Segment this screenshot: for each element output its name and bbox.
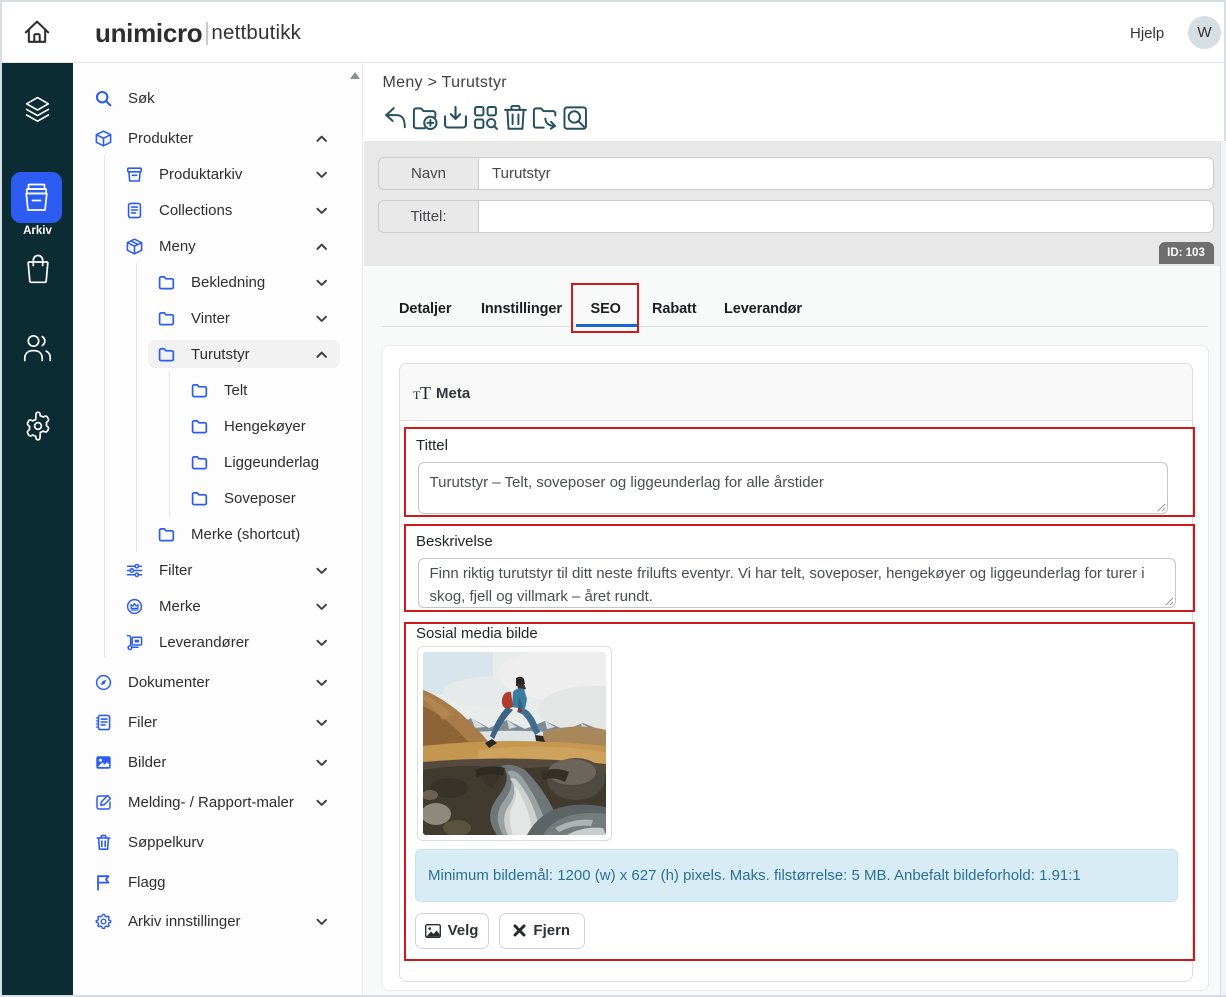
svg-text:T: T — [420, 384, 431, 401]
